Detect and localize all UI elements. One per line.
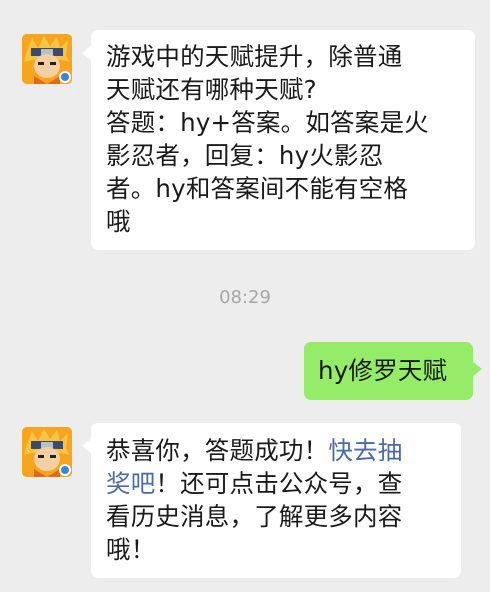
message-line: 天赋还有哪种天赋?	[106, 75, 317, 104]
avatar[interactable]	[22, 427, 72, 477]
message-text: ！还可点击公众号，查	[155, 469, 403, 498]
message-line: 哦	[106, 207, 131, 236]
message-bubble-outgoing[interactable]: hy修罗天赋	[304, 342, 482, 400]
message-line: 奖吧！还可点击公众号，查	[106, 467, 449, 500]
message-line: 看历史消息，了解更多内容	[106, 502, 403, 531]
message-line: 影忍者，回复：hy火影忍	[106, 141, 384, 170]
message-line: 哦！	[106, 535, 156, 564]
message-bubble-incoming[interactable]: 恭喜你，答题成功！快去抽 奖吧！还可点击公众号，查 看历史消息，了解更多内容 哦…	[82, 423, 461, 578]
naruto-game-avatar-icon	[22, 34, 72, 84]
message-line: 答题：hy+答案。如答案是火	[106, 108, 429, 137]
lottery-link[interactable]: 奖吧	[106, 469, 155, 498]
naruto-game-avatar-icon	[22, 427, 72, 477]
avatar[interactable]	[22, 34, 72, 84]
message-line: 者。hy和答案间不能有空格	[106, 174, 409, 203]
message-text: hy修罗天赋	[318, 356, 448, 385]
message-bubble-incoming[interactable]: 游戏中的天赋提升，除普通 天赋还有哪种天赋? 答题：hy+答案。如答案是火 影忍…	[82, 30, 475, 250]
lottery-link[interactable]: 快去抽	[328, 436, 402, 465]
message-text: 恭喜你，答题成功！	[106, 436, 329, 465]
message-line: 游戏中的天赋提升，除普通	[106, 42, 403, 71]
chat-timestamp: 08:29	[219, 287, 271, 308]
message-line: 恭喜你，答题成功！快去抽	[106, 434, 449, 467]
